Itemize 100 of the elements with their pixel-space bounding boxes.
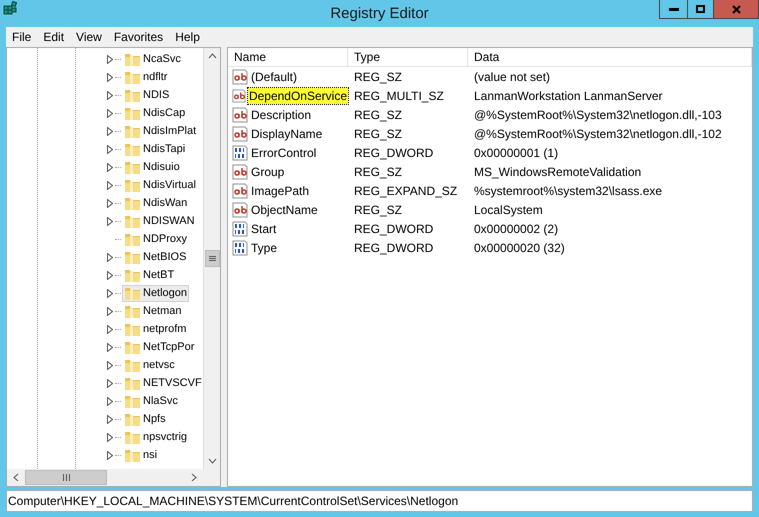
tree-item[interactable]: NDISWAN [122,212,197,230]
tree-item[interactable]: NdisVirtual [122,176,198,194]
value-name[interactable]: ErrorControl [250,144,318,160]
expand-arrow-icon[interactable] [106,450,112,460]
folder-icon [124,88,141,102]
value-name[interactable]: Description [250,106,312,122]
scroll-thumb[interactable] [204,250,220,267]
vertical-scrollbar[interactable] [203,48,220,469]
expand-arrow-icon[interactable] [106,90,112,100]
expand-arrow-icon[interactable] [106,432,112,442]
tree-item[interactable]: ndfltr [122,68,170,86]
value-type: REG_DWORD [353,240,434,254]
folder-icon [124,70,141,84]
expand-arrow-icon[interactable] [106,252,112,262]
value-name[interactable]: ImagePath [250,182,310,198]
folder-icon [124,394,141,408]
tree-item[interactable]: NetBIOS [122,248,188,266]
tree-item[interactable]: Netlogon [122,284,190,302]
value-name[interactable]: ObjectName [250,202,319,218]
menu-item[interactable]: Help [169,30,206,44]
tree-item[interactable]: Netman [122,302,184,320]
expand-arrow-icon[interactable] [106,270,112,280]
value-type: REG_EXPAND_SZ [353,184,458,198]
string-value-icon [232,88,246,104]
menu-item[interactable]: File [6,30,38,44]
expand-arrow-icon[interactable] [106,162,112,172]
column-header[interactable]: Name [228,48,348,67]
binary-value-icon [232,220,248,236]
expand-arrow-icon[interactable] [106,54,112,64]
tree-item[interactable]: NdisCap [122,104,188,122]
minimize-button[interactable] [659,0,688,19]
value-data: LocalSystem [473,202,544,216]
folder-icon [124,376,141,390]
value-data: LanmanWorkstation LanmanServer [473,88,664,102]
maximize-icon [696,5,705,13]
value-name[interactable]: DependOnService [248,88,348,104]
horizontal-scrollbar[interactable] [7,469,203,486]
folder-icon [124,142,141,156]
folder-icon [124,412,141,426]
tree-item[interactable]: netvsc [122,356,177,374]
status-bar: Computer\HKEY_LOCAL_MACHINE\SYSTEM\CurrentControlSet\Services\Netlogon [6,490,753,512]
expand-arrow-icon[interactable] [106,288,112,298]
tree-item[interactable]: Ndisuio [122,158,182,176]
tree-item[interactable]: Npfs [122,410,168,428]
value-data: @%SystemRoot%\System32\netlogon.dll,-103 [473,108,723,122]
scroll-right-icon[interactable] [191,473,197,482]
string-value-icon [232,126,248,142]
registry-app-icon [3,0,19,16]
expand-arrow-icon[interactable] [106,306,112,316]
scroll-thumb[interactable] [25,470,107,485]
tree-item[interactable]: NetBT [122,266,176,284]
string-value-icon [232,68,248,84]
tree-item[interactable]: NDIS [122,86,172,104]
close-icon [732,4,740,14]
value-data: (value not set) [473,70,552,84]
tree-item[interactable]: NDProxy [122,230,190,248]
expand-arrow-icon[interactable] [106,216,112,226]
value-name[interactable]: DisplayName [250,126,324,142]
tree-item[interactable]: NdisTapi [122,140,188,158]
string-value-icon [232,182,248,198]
scroll-down-icon[interactable] [208,458,216,464]
tree-item[interactable]: npsvctrig [122,428,190,446]
expand-arrow-icon[interactable] [106,144,112,154]
tree-item[interactable]: NlaSvc [122,392,180,410]
value-type: REG_DWORD [353,146,434,160]
expand-arrow-icon[interactable] [106,72,112,82]
tree-item[interactable]: NdisWan [122,194,190,212]
minimize-icon [668,8,678,10]
value-data: @%SystemRoot%\System32\netlogon.dll,-102 [473,126,723,140]
scroll-left-icon[interactable] [13,473,19,482]
value-name[interactable]: Start [250,220,278,236]
close-button[interactable] [713,0,759,19]
scroll-up-icon[interactable] [208,53,216,59]
column-header[interactable]: Type [348,48,468,67]
tree-item[interactable]: NETVSCVF [122,374,203,392]
folder-icon [124,322,141,336]
tree-item[interactable]: NcaSvc [122,50,183,68]
expand-arrow-icon[interactable] [106,378,112,388]
value-name[interactable]: Group [250,164,286,180]
column-header[interactable]: Data [468,48,752,67]
expand-arrow-icon[interactable] [106,342,112,352]
value-type: REG_SZ [353,164,404,178]
expand-arrow-icon[interactable] [106,414,112,424]
tree-item[interactable]: NdisImPlat [122,122,198,140]
expand-arrow-icon[interactable] [106,360,112,370]
expand-arrow-icon[interactable] [106,108,112,118]
value-name[interactable]: (Default) [250,68,298,84]
expand-arrow-icon[interactable] [106,324,112,334]
menu-item[interactable]: Favorites [108,30,170,44]
menu-item[interactable]: View [70,30,108,44]
tree-item[interactable]: netprofm [122,320,188,338]
expand-arrow-icon[interactable] [106,396,112,406]
menu-item[interactable]: Edit [37,30,70,44]
expand-arrow-icon[interactable] [106,198,112,208]
value-name[interactable]: Type [250,240,278,256]
folder-icon [124,214,141,228]
tree-item[interactable]: NetTcpPor [122,338,196,356]
expand-arrow-icon[interactable] [106,180,112,190]
expand-arrow-icon[interactable] [106,126,112,136]
tree-item[interactable]: nsi [122,446,160,464]
